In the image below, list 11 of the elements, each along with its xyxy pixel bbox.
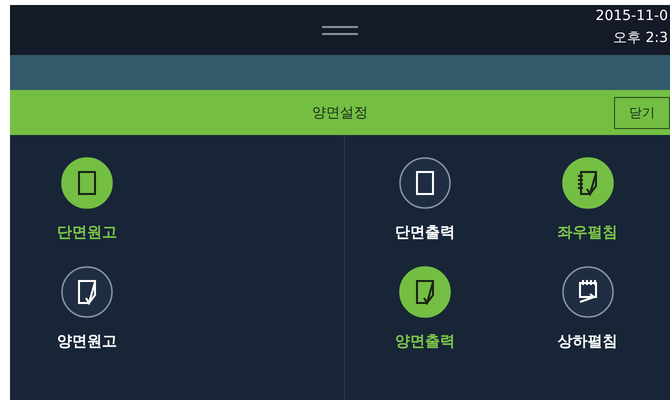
dialog-title: 양면설정 <box>312 104 368 122</box>
date: 2015-11-0 <box>596 7 668 26</box>
option-button[interactable]: 단면원고 <box>32 157 142 242</box>
option-button[interactable]: 좌우펼침 <box>532 157 642 242</box>
option-button[interactable]: 상하펼침 <box>532 266 642 351</box>
option-button[interactable]: 양면원고 <box>32 266 142 351</box>
option-button[interactable]: 단면출력 <box>370 157 480 242</box>
drag-handle[interactable] <box>322 26 358 34</box>
time: 오후 2:3 <box>613 29 668 48</box>
close-button[interactable]: 닫기 <box>614 97 670 129</box>
option-button[interactable]: 양면출력 <box>370 266 480 351</box>
